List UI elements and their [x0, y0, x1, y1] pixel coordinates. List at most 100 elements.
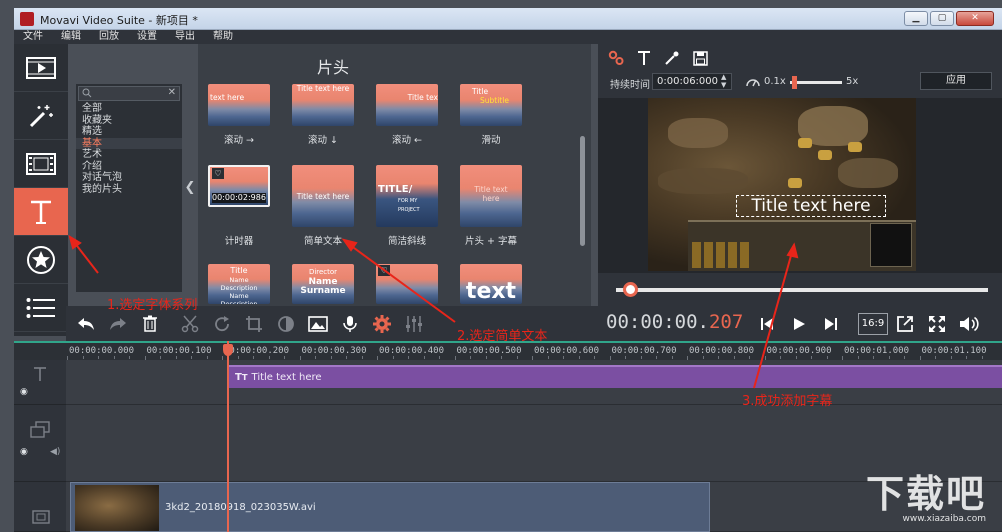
title-thumb-director[interactable]: Director Name Surname	[292, 264, 354, 304]
track-audio-icon[interactable]: ◀)	[50, 447, 60, 457]
speed-min-label: 0.1x	[764, 76, 786, 87]
ruler-tick	[857, 356, 859, 359]
fullscreen-button[interactable]	[922, 309, 952, 339]
title-thumb-simple-text[interactable]: Title text here	[292, 165, 354, 227]
clip-settings-button[interactable]	[366, 306, 398, 341]
more-tools-button[interactable]	[14, 284, 68, 332]
thumb-subtext: Name Description Name Description	[220, 276, 258, 304]
preview-title-overlay[interactable]: Title text here	[736, 195, 886, 217]
text-icon	[638, 51, 650, 65]
category-item-my-titles[interactable]: 我的片头	[76, 184, 182, 196]
preview-panel: Title text here	[598, 98, 1002, 273]
thumb-text: text	[465, 279, 517, 304]
menu-edit[interactable]: 编辑	[52, 30, 90, 44]
color-adjust-button[interactable]	[270, 306, 302, 341]
track-visibility-eye-icon[interactable]: ◉	[20, 447, 28, 457]
close-button[interactable]: ✕	[956, 11, 994, 26]
duration-stepper[interactable]: ▲ ▼	[721, 73, 726, 89]
category-item-speech-bubbles[interactable]: 对话气泡	[76, 172, 182, 184]
apply-button[interactable]: 应用	[920, 72, 992, 90]
menu-file[interactable]: 文件	[14, 30, 52, 44]
titles-tool-button[interactable]	[14, 188, 68, 236]
text-tab[interactable]	[636, 50, 652, 66]
video-clip[interactable]: 3kd2_20180918_023035W.avi	[70, 482, 710, 532]
eyedropper-icon	[665, 51, 679, 65]
transitions-tool-button[interactable]	[14, 140, 68, 188]
title-thumb-slide[interactable]: Title Subtitle	[460, 84, 522, 126]
grid-scrollbar[interactable]	[580, 136, 585, 246]
menu-playback[interactable]: 回放	[90, 30, 128, 44]
detach-preview-button[interactable]	[890, 309, 920, 339]
rotate-button[interactable]	[206, 306, 238, 341]
collapse-panel-button[interactable]: ❮	[183, 84, 197, 292]
menu-help[interactable]: 帮助	[204, 30, 242, 44]
ruler-time-label: 00:00:01.000	[844, 346, 910, 356]
ruler-tick	[656, 356, 657, 359]
undo-button[interactable]	[70, 306, 102, 341]
thumb-subtext: Name Surname	[300, 277, 346, 296]
timecode-main: 00:00:00.	[606, 311, 709, 333]
title-thumb-big-text[interactable]: text	[460, 264, 522, 304]
title-thumb-timer[interactable]: ♡ 00:00:02:986	[208, 165, 270, 207]
duration-input[interactable]: 0:00:06:000	[652, 73, 732, 90]
titles-icon	[31, 200, 51, 224]
ruler-tick	[392, 356, 394, 359]
title-thumb-scroll-left[interactable]: Title tex	[376, 84, 438, 126]
favorite-heart-icon[interactable]: ♡	[378, 265, 390, 276]
crop-button[interactable]	[238, 306, 270, 341]
clear-search-icon[interactable]: ✕	[168, 87, 176, 98]
title-thumb-scroll-right[interactable]: text here	[208, 84, 270, 126]
category-search-input[interactable]: ✕	[78, 86, 180, 101]
category-item-artistic[interactable]: 艺术	[76, 149, 182, 161]
category-item-basic[interactable]: 基本	[76, 137, 182, 149]
list-icon	[26, 297, 55, 318]
maximize-button[interactable]: ▢	[930, 11, 954, 26]
scrub-handle[interactable]	[623, 282, 639, 297]
playhead-handle[interactable]	[223, 344, 233, 356]
gear-icon	[373, 314, 391, 333]
playhead-line[interactable]	[227, 341, 229, 532]
playback-bar: 00:00:00.207 16:9	[598, 306, 1002, 341]
menu-settings[interactable]: 设置	[128, 30, 166, 44]
minimize-button[interactable]: ▁	[904, 11, 928, 26]
go-to-start-button[interactable]	[752, 309, 782, 339]
image-button[interactable]	[302, 306, 334, 341]
volume-button[interactable]	[954, 309, 984, 339]
category-item-all[interactable]: 全部	[76, 103, 182, 115]
effects-tool-button[interactable]	[14, 92, 68, 140]
video-preview-frame: Title text here	[648, 98, 916, 271]
scrub-track[interactable]	[616, 288, 988, 292]
ruler-time-label: 00:00:00.300	[301, 346, 367, 356]
menu-export[interactable]: 导出	[166, 30, 204, 44]
animation-tab[interactable]	[608, 50, 624, 66]
ruler-tick	[671, 356, 673, 359]
category-item-featured[interactable]: 精选	[76, 126, 182, 138]
stickers-tool-button[interactable]	[14, 236, 68, 284]
title-thumb-name-description[interactable]: Title Name Description Name Description	[208, 264, 270, 304]
media-tool-button[interactable]	[14, 44, 68, 92]
favorite-heart-icon[interactable]: ♡	[212, 168, 224, 179]
overlay-track-lane[interactable]	[66, 405, 1002, 482]
ruler-tick	[423, 356, 425, 359]
title-thumb-partial[interactable]: ♡	[376, 264, 438, 304]
duration-label: 持续时间	[610, 80, 650, 91]
speed-slider-handle[interactable]	[792, 76, 798, 89]
track-visibility-eye-icon[interactable]: ◉	[20, 387, 28, 397]
menu-bar: 文件 编辑 回放 设置 导出 帮助	[14, 30, 1002, 44]
category-item-favorites[interactable]: 收藏夹	[76, 115, 182, 127]
play-button[interactable]	[784, 309, 814, 339]
title-thumb-clean-slash[interactable]: TITLE/ FOR MY PROJECT	[376, 165, 438, 227]
equalizer-button[interactable]	[398, 306, 430, 341]
title-thumb-title-subtitle[interactable]: Title text here	[460, 165, 522, 227]
title-clip[interactable]: TT Title text here	[228, 365, 1002, 388]
ruler-tick	[160, 356, 161, 359]
color-tab[interactable]	[664, 50, 680, 66]
speed-slider[interactable]	[790, 76, 842, 89]
ruler-time-label: 00:00:00.900	[766, 346, 832, 356]
aspect-ratio-button[interactable]: 16:9	[858, 313, 888, 335]
category-item-intro[interactable]: 介绍	[76, 161, 182, 173]
save-tab[interactable]	[692, 50, 708, 66]
title-thumb-scroll-down[interactable]: Title text here	[292, 84, 354, 126]
go-to-end-button[interactable]	[816, 309, 846, 339]
record-audio-button[interactable]	[334, 306, 366, 341]
